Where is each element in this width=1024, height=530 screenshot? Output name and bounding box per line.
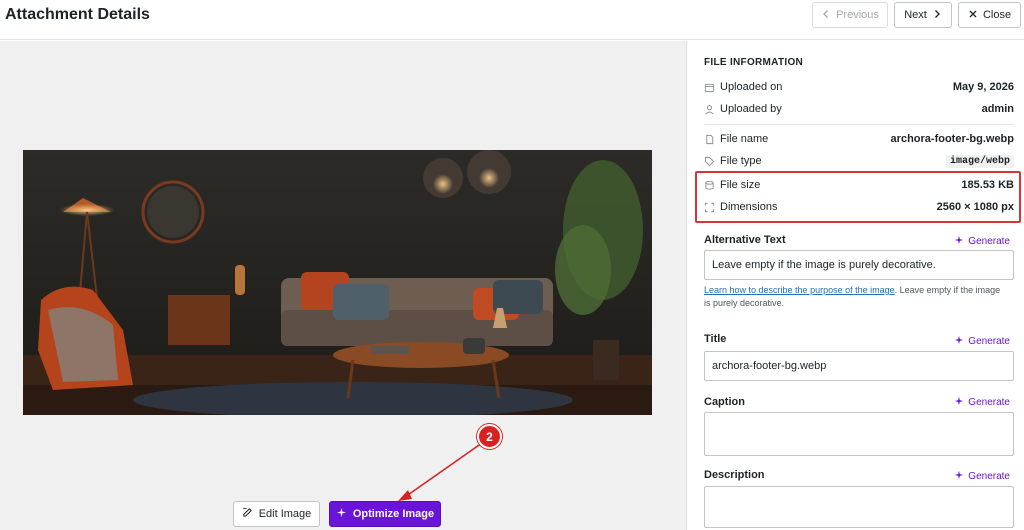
file-name-label: File name [720, 133, 769, 145]
alt-help-link[interactable]: Learn how to describe the purpose of the… [704, 285, 895, 295]
description-generate-button[interactable]: Generate [954, 470, 1010, 483]
modal-title: Attachment Details [5, 6, 150, 23]
modal-header: Attachment Details Previous Next Close [0, 0, 1024, 40]
dimensions-row: Dimensions 2560 × 1080 px [704, 199, 1014, 215]
file-type-row: File type image/webp [704, 153, 1014, 169]
file-type-label: File type [720, 155, 762, 167]
previous-button[interactable]: Previous [812, 2, 888, 28]
previous-label: Previous [836, 9, 879, 21]
chevron-left-icon [821, 9, 831, 22]
sparkle-icon [954, 396, 964, 409]
chevron-right-icon [932, 9, 942, 22]
expand-icon [704, 202, 715, 213]
alt-generate-label: Generate [968, 236, 1010, 247]
file-icon [704, 134, 715, 145]
optimize-image-button[interactable]: Optimize Image [329, 501, 441, 527]
alt-text-input[interactable]: Leave empty if the image is purely decor… [704, 250, 1014, 280]
next-button[interactable]: Next [894, 2, 952, 28]
title-input[interactable]: archora-footer-bg.webp [704, 351, 1014, 381]
sparkle-icon [336, 507, 347, 521]
sparkle-icon [954, 470, 964, 483]
caption-textarea[interactable] [704, 412, 1014, 456]
user-icon [704, 104, 715, 115]
close-label: Close [982, 9, 1012, 21]
uploaded-by-label: Uploaded by [720, 103, 782, 115]
edit-image-button[interactable]: Edit Image [233, 501, 320, 527]
uploaded-by-row: Uploaded by admin [704, 101, 1014, 117]
tag-icon [704, 156, 715, 167]
file-info-title: FILE INFORMATION [704, 57, 804, 68]
file-type-value: image/webp [945, 154, 1014, 168]
uploaded-on-row: Uploaded on May 9, 2026 [704, 79, 1014, 95]
attachment-sidebar: FILE INFORMATION Uploaded on May 9, 2026… [686, 41, 1024, 530]
edit-icon [242, 507, 253, 521]
description-label: Description [704, 469, 765, 481]
dimensions-label: Dimensions [720, 201, 778, 213]
calendar-icon [704, 82, 715, 93]
dimensions-value: 2560 × 1080 px [936, 201, 1014, 213]
file-size-row: File size 185.53 KB [704, 177, 1014, 193]
database-icon [704, 180, 715, 191]
description-textarea[interactable] [704, 486, 1014, 528]
description-generate-label: Generate [968, 471, 1010, 482]
alt-text-label: Alternative Text [704, 234, 786, 246]
divider [704, 124, 1014, 125]
caption-label: Caption [704, 396, 745, 408]
uploaded-by-value: admin [981, 103, 1014, 115]
optimize-image-label: Optimize Image [352, 508, 435, 520]
caption-generate-button[interactable]: Generate [954, 396, 1010, 409]
title-generate-button[interactable]: Generate [954, 335, 1010, 348]
close-button[interactable]: Close [958, 2, 1021, 28]
next-label: Next [904, 9, 927, 21]
edit-image-label: Edit Image [258, 508, 312, 520]
alt-generate-button[interactable]: Generate [954, 235, 1010, 248]
uploaded-on-label: Uploaded on [720, 81, 783, 93]
close-icon [968, 9, 978, 22]
sparkle-icon [954, 335, 964, 348]
sparkle-icon [954, 235, 964, 248]
file-size-value: 185.53 KB [961, 179, 1014, 191]
alt-help-text: Learn how to describe the purpose of the… [704, 284, 1004, 310]
file-name-row: File name archora-footer-bg.webp [704, 131, 1014, 147]
step-badge: 2 [477, 424, 502, 449]
file-name-value: archora-footer-bg.webp [890, 133, 1014, 145]
title-generate-label: Generate [968, 336, 1010, 347]
caption-generate-label: Generate [968, 397, 1010, 408]
title-label: Title [704, 333, 727, 345]
attachment-image [23, 150, 652, 415]
uploaded-on-value: May 9, 2026 [952, 81, 1014, 93]
file-size-label: File size [720, 179, 761, 191]
